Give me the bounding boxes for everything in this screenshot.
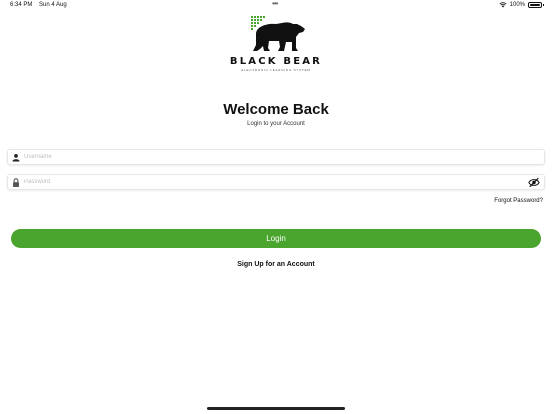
status-date: Sun 4 Aug bbox=[39, 2, 67, 8]
person-icon bbox=[12, 154, 20, 162]
black-bear-logo: BLACK BEAR ELECTRONIC LEARNING SYSTEM bbox=[224, 14, 328, 74]
signup-link[interactable]: Sign Up for an Account bbox=[0, 261, 552, 268]
battery-percent: 100% bbox=[509, 2, 525, 8]
eye-slash-icon[interactable] bbox=[528, 177, 540, 188]
bear-logo-icon bbox=[251, 16, 305, 51]
page-title: Welcome Back bbox=[223, 101, 329, 118]
forgot-password-link[interactable]: Forgot Password? bbox=[494, 198, 543, 204]
password-input[interactable] bbox=[24, 175, 524, 189]
brand-tagline: ELECTRONIC LEARNING SYSTEM bbox=[241, 68, 311, 72]
status-bar: 6:34 PM Sun 4 Aug ••• 100% bbox=[0, 0, 552, 12]
status-time-date: 6:34 PM Sun 4 Aug bbox=[10, 2, 72, 8]
page-subtitle: Login to your Account bbox=[247, 121, 305, 127]
multitask-dots[interactable]: ••• bbox=[272, 0, 278, 8]
username-field[interactable] bbox=[7, 149, 545, 165]
home-indicator[interactable] bbox=[207, 407, 345, 410]
login-button[interactable]: Login bbox=[11, 229, 541, 248]
battery-icon bbox=[528, 2, 544, 8]
lock-icon bbox=[13, 178, 19, 187]
brand-name: BLACK BEAR bbox=[229, 56, 323, 67]
wifi-icon bbox=[499, 2, 507, 8]
status-time: 6:34 PM bbox=[10, 2, 33, 8]
username-input[interactable] bbox=[24, 150, 524, 164]
status-indicators: 100% bbox=[499, 2, 544, 8]
password-field[interactable] bbox=[7, 174, 545, 190]
battery-level-fill bbox=[530, 4, 540, 6]
